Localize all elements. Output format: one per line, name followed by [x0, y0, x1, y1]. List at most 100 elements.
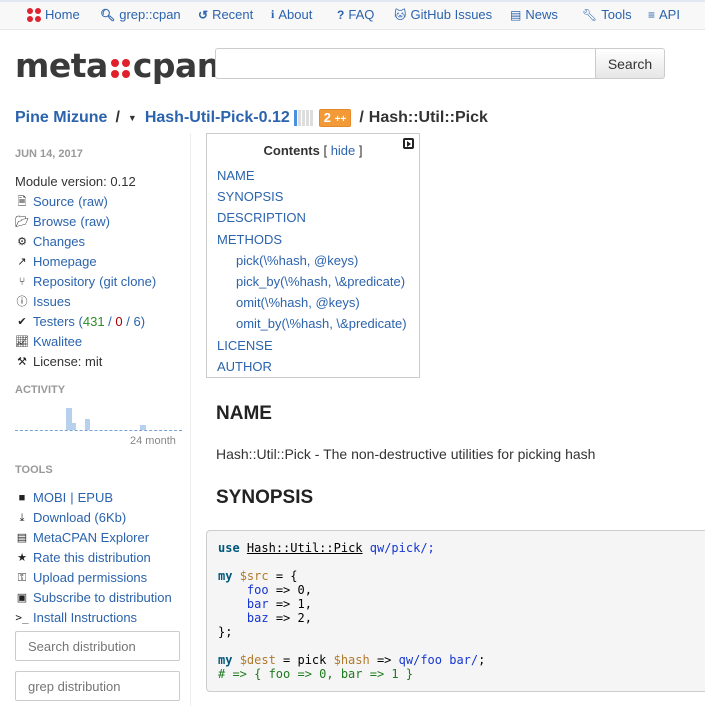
toc-link[interactable]: omit(\%hash, @keys) [236, 295, 360, 310]
toc-link[interactable]: NAME [217, 168, 255, 183]
subscribe-item: ▣ Subscribe to distribution [15, 588, 172, 608]
testers-item: ✔ Testers (431 / 0 / 6) [15, 312, 156, 332]
question-icon: ? [337, 7, 345, 22]
toc-link[interactable]: METHODS [217, 232, 282, 247]
rss-icon: ▣ [16, 592, 28, 604]
source-raw-link[interactable]: (raw) [78, 192, 108, 212]
author-link[interactable]: Pine Mizune [15, 109, 107, 127]
grep-distribution-input[interactable] [15, 671, 180, 701]
rating-segment [293, 110, 297, 126]
nav-grep[interactable]: 🔍︎ grep::cpan [100, 7, 181, 22]
plusplus-button[interactable]: 2 ++ [318, 109, 352, 127]
permissions-link[interactable]: Upload permissions [33, 568, 147, 588]
logo-text-cpan: cpan [132, 46, 220, 85]
code-text: ; [478, 653, 486, 667]
logo-text-meta: meta [15, 46, 108, 85]
code-keyword: my [218, 653, 233, 667]
browse-raw-link[interactable]: (raw) [80, 212, 110, 232]
file-code-icon: 🗎︎ [17, 196, 27, 208]
activity-chart[interactable] [15, 405, 182, 431]
table-of-contents: Contents [ hide ] NAME SYNOPSIS DESCRIPTIO… [206, 133, 420, 378]
newspaper-icon: ▤ [510, 7, 522, 22]
code-keyword: use [218, 541, 240, 555]
wrench-icon: 🔧︎ [582, 7, 598, 22]
nav-news-label: News [525, 7, 558, 22]
nav-faq[interactable]: ? FAQ [337, 7, 374, 22]
testers-pass: 431 [82, 314, 105, 329]
rating-segment [309, 110, 313, 126]
history-icon: ↺ [198, 7, 209, 22]
nav-news[interactable]: ▤ News [510, 7, 558, 22]
download-item: ⤓ Download (6Kb) [15, 508, 172, 528]
main-search-input[interactable] [215, 48, 596, 79]
download-link[interactable]: Download (6Kb) [33, 508, 126, 528]
install-link[interactable]: Install Instructions [33, 608, 137, 628]
testers-label: Testers [33, 314, 75, 329]
code-text: => 1, [268, 597, 312, 611]
breadcrumb-separator-2: / [359, 109, 364, 126]
search-distribution-input[interactable] [15, 631, 180, 661]
code-module-link[interactable]: Hash::Util::Pick [247, 541, 363, 555]
module-version-text: Module version: 0.12 [15, 174, 136, 189]
changes-link[interactable]: Changes [33, 232, 85, 252]
toc-link[interactable]: pick(\%hash, @keys) [236, 253, 358, 268]
rating-segment [301, 110, 305, 126]
nav-about-label: About [278, 7, 313, 22]
repository-link[interactable]: Repository [33, 272, 95, 292]
toc-item: NAME [217, 165, 407, 186]
toc-item: SYNOPSIS [217, 186, 407, 207]
module-version: Module version: 0.12 [15, 172, 156, 192]
nav-tools[interactable]: 🔧︎ Tools [582, 7, 632, 22]
release-dropdown-icon[interactable]: ▼ [128, 113, 137, 123]
homepage-link[interactable]: Homepage [33, 252, 97, 272]
browse-item: 📂︎ Browse (raw) [15, 212, 156, 232]
browse-link[interactable]: Browse [33, 212, 76, 232]
nav-about[interactable]: i About [271, 7, 312, 22]
toc-expand-icon[interactable] [403, 138, 414, 149]
nav-github-issues[interactable]: 🐱︎ GitHub Issues [394, 7, 492, 22]
release-link[interactable]: Hash-Util-Pick-0.12 [145, 109, 290, 127]
toc-link[interactable]: AUTHOR [217, 359, 272, 374]
toc-link[interactable]: omit_by(\%hash, \&predicate) [236, 316, 407, 331]
nav-recent[interactable]: ↺ Recent [198, 7, 253, 22]
code-keyword: my [218, 569, 233, 583]
explorer-link[interactable]: MetaCPAN Explorer [33, 528, 149, 548]
rate-link[interactable]: Rate this distribution [33, 548, 151, 568]
name-heading: NAME [216, 403, 272, 424]
activity-baseline [15, 430, 182, 431]
kwalitee-link[interactable]: Kwalitee [33, 332, 82, 352]
subscribe-link[interactable]: Subscribe to distribution [33, 588, 172, 608]
release-date: JUN 14, 2017 [15, 148, 83, 160]
testers-link[interactable]: Testers (431 / 0 / 6) [33, 312, 145, 332]
database-icon: ≡ [648, 7, 656, 22]
toc-link[interactable]: pick_by(\%hash, \&predicate) [236, 274, 405, 289]
search-button[interactable]: Search [595, 48, 665, 79]
toc-hide-link[interactable]: hide [331, 143, 356, 158]
toc-link[interactable]: SYNOPSIS [217, 189, 283, 204]
toc-link[interactable]: DESCRIPTION [217, 210, 306, 225]
code-fork-icon: ⑂ [18, 276, 26, 288]
issues-item: ⓘ Issues [15, 292, 156, 312]
metacpan-logo[interactable]: meta cpan [15, 46, 220, 85]
nav-home[interactable]: Home [27, 7, 80, 22]
code-text: => 2, [268, 611, 312, 625]
toc-item: AUTHOR [217, 356, 407, 377]
nav-api-label: API [659, 7, 680, 22]
source-link[interactable]: Source [33, 192, 74, 212]
nav-api[interactable]: ≡ API [648, 7, 680, 22]
sidebar: JUN 14, 2017 Module version: 0.12 🗎︎ Sou… [0, 133, 191, 706]
mobi-link[interactable]: MOBI [33, 488, 66, 508]
code-text: = { [268, 569, 298, 583]
epub-link[interactable]: EPUB [78, 488, 113, 508]
toc-item: LICENSE [217, 335, 407, 356]
license-text: License: mit [33, 354, 103, 369]
activity-bar [70, 423, 77, 430]
toc-link[interactable]: LICENSE [217, 338, 273, 353]
issues-link[interactable]: Issues [33, 292, 71, 312]
changes-item: ⚙︎ Changes [15, 232, 156, 252]
git-clone-link[interactable]: (git clone) [99, 272, 156, 292]
activity-bar [84, 419, 91, 430]
toc-item: omit_by(\%hash, \&predicate) [217, 313, 407, 334]
gavel-icon: ⚒ [17, 356, 27, 368]
rating-bar[interactable] [293, 110, 313, 126]
